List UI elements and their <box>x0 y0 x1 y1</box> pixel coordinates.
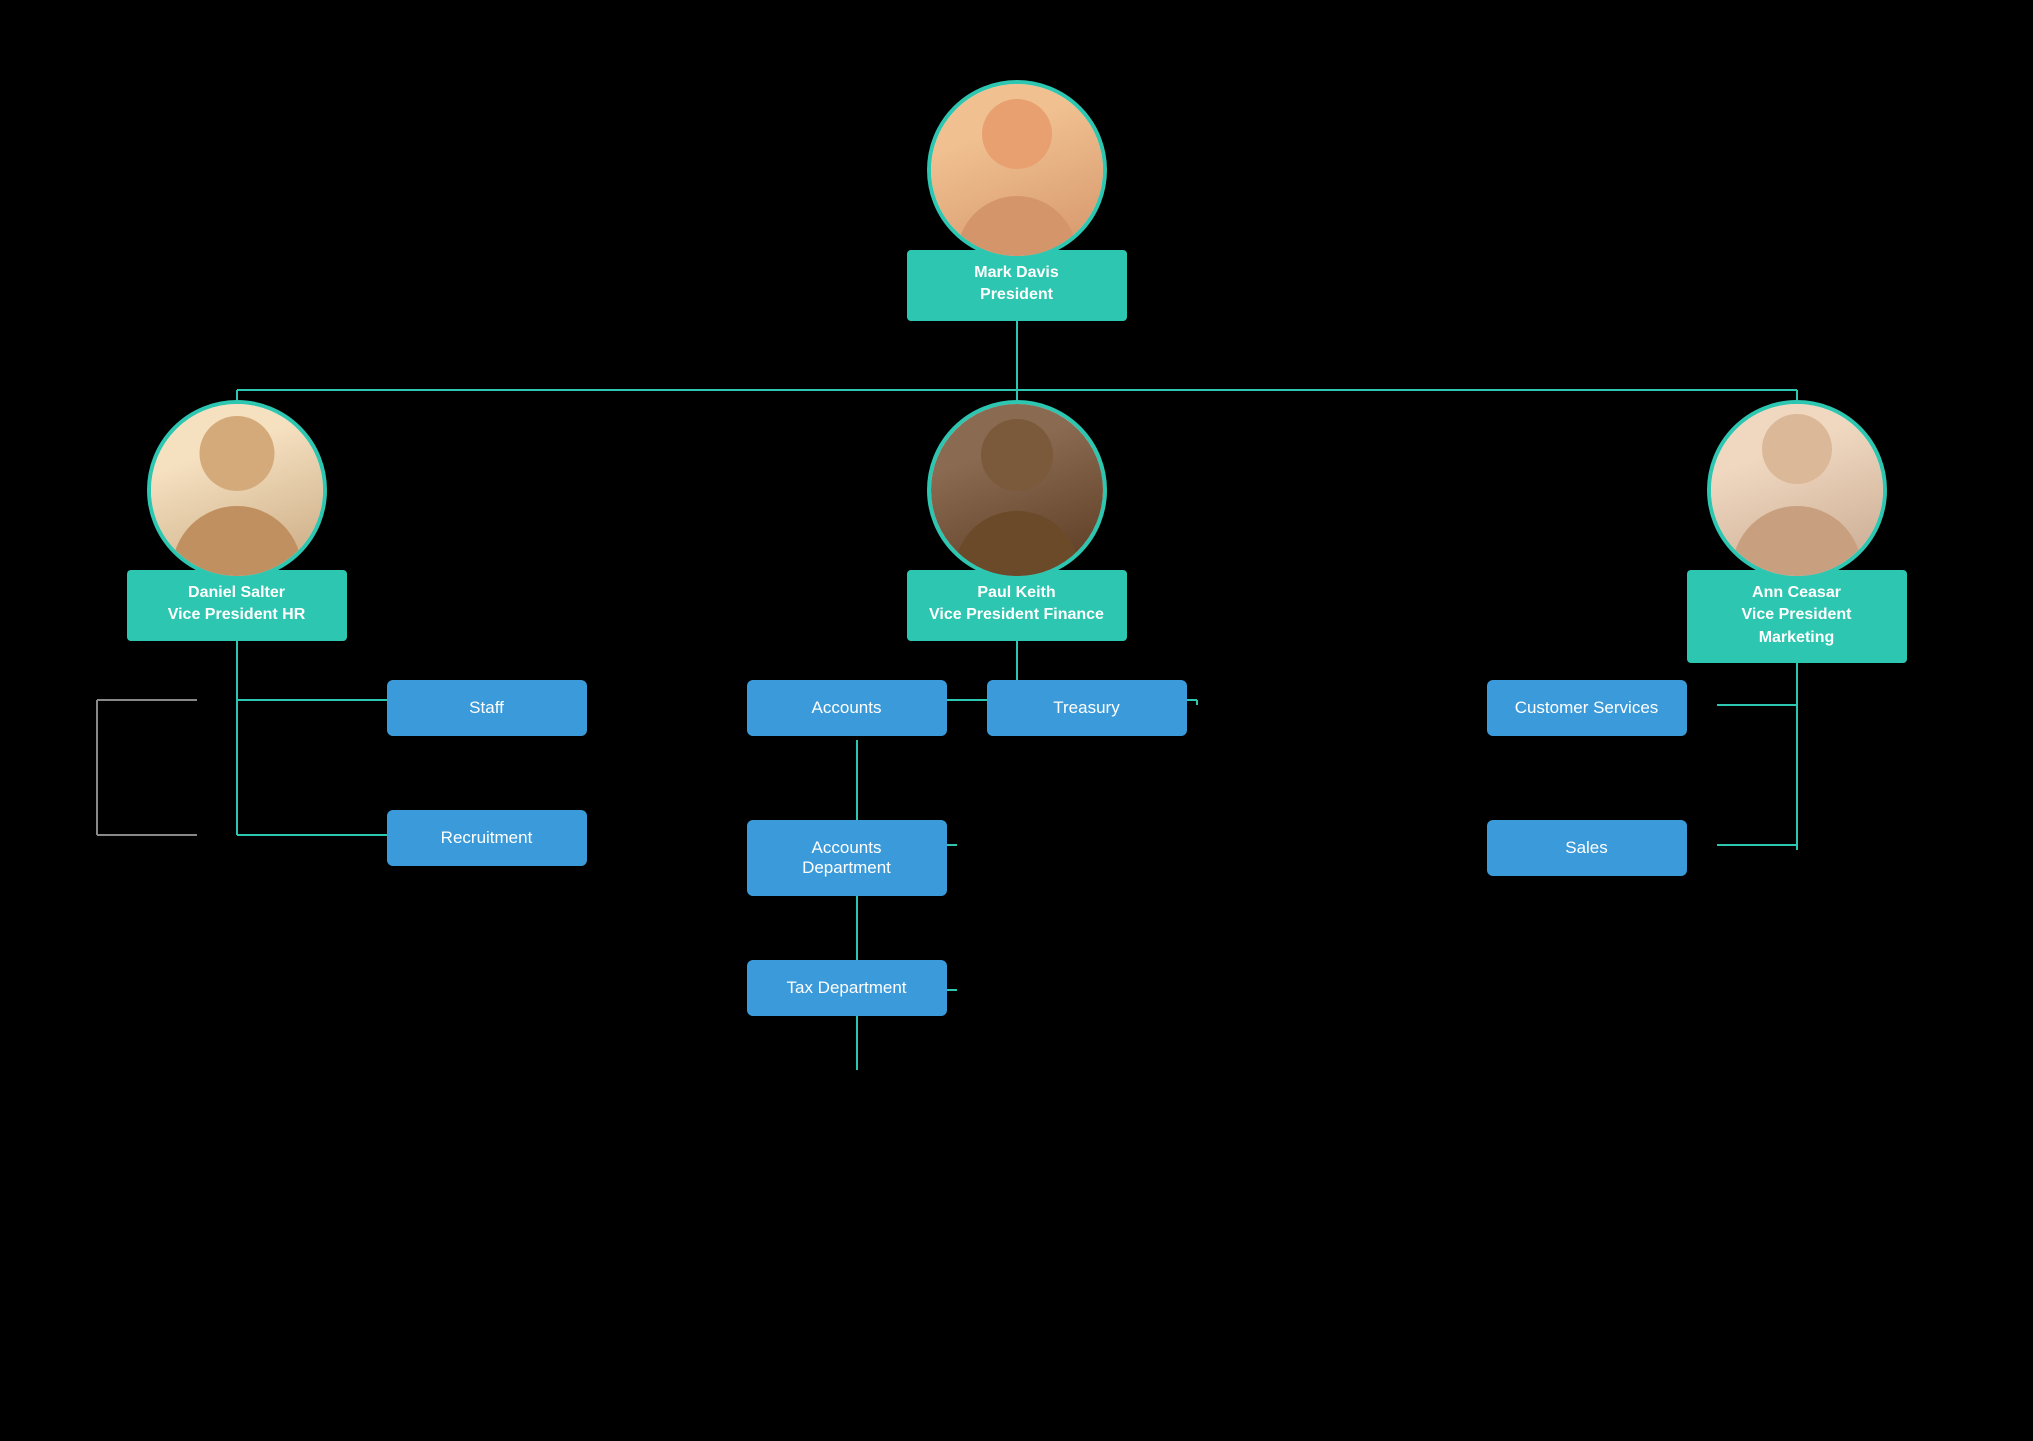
org-chart: Mark Davis President Daniel Salter Vice … <box>7 20 2027 1421</box>
dept-accounts-label: Accounts <box>812 698 882 717</box>
vp-center-name: Paul Keith <box>977 584 1055 601</box>
dept-sales-label: Sales <box>1565 838 1608 857</box>
vp-left-name: Daniel Salter <box>188 584 285 601</box>
vp-right-label: Ann Ceasar Vice President Marketing <box>1687 570 1907 663</box>
top-person-name: Mark Davis <box>974 264 1059 281</box>
top-person-label: Mark Davis President <box>907 250 1127 321</box>
dept-recruitment[interactable]: Recruitment <box>387 810 587 866</box>
vp-right-card: Ann Ceasar Vice President Marketing <box>1687 400 1907 663</box>
vp-left-card: Daniel Salter Vice President HR <box>127 400 347 641</box>
dept-accounts[interactable]: Accounts <box>747 680 947 736</box>
vp-left-title: Vice President HR <box>168 606 306 623</box>
avatar-paul <box>927 400 1107 580</box>
dept-tax-department[interactable]: Tax Department <box>747 960 947 1016</box>
avatar-daniel <box>147 400 327 580</box>
avatar-mark-davis <box>927 80 1107 260</box>
dept-treasury[interactable]: Treasury <box>987 680 1187 736</box>
top-person-card: Mark Davis President <box>907 80 1127 321</box>
dept-customer-services[interactable]: Customer Services <box>1487 680 1687 736</box>
vp-right-title: Vice President Marketing <box>1742 606 1852 645</box>
avatar-face-paul <box>931 404 1103 576</box>
dept-treasury-label: Treasury <box>1053 698 1119 717</box>
vp-center-card: Paul Keith Vice President Finance <box>907 400 1127 641</box>
dept-tax-dept-label: Tax Department <box>787 978 907 997</box>
chart-container: Mark Davis President Daniel Salter Vice … <box>67 60 1967 1360</box>
avatar-face-mark <box>931 84 1103 256</box>
avatar-face-daniel <box>151 404 323 576</box>
top-person-title: President <box>980 286 1053 303</box>
dept-staff[interactable]: Staff <box>387 680 587 736</box>
vp-right-name: Ann Ceasar <box>1752 584 1841 601</box>
avatar-ann <box>1707 400 1887 580</box>
dept-accounts-department[interactable]: Accounts Department <box>747 820 947 896</box>
vp-left-label: Daniel Salter Vice President HR <box>127 570 347 641</box>
dept-customer-services-label: Customer Services <box>1515 698 1659 717</box>
dept-sales[interactable]: Sales <box>1487 820 1687 876</box>
avatar-face-ann <box>1711 404 1883 576</box>
dept-recruitment-label: Recruitment <box>441 828 533 847</box>
vp-center-title: Vice President Finance <box>929 606 1104 623</box>
dept-accounts-dept-label: Accounts Department <box>802 838 891 877</box>
dept-staff-label: Staff <box>469 698 504 717</box>
vp-center-label: Paul Keith Vice President Finance <box>907 570 1127 641</box>
